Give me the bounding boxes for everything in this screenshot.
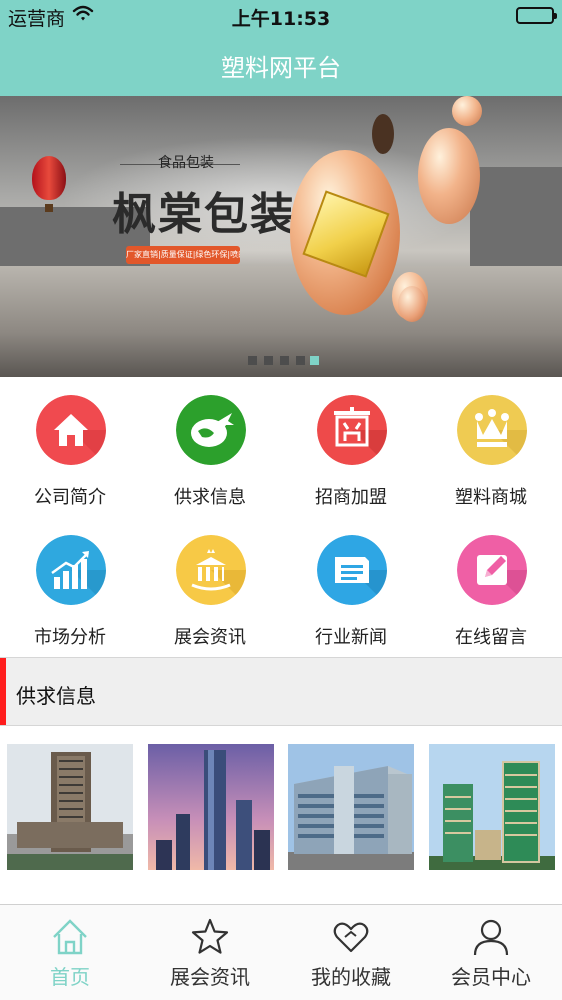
tab-member[interactable]: 会员中心: [421, 905, 561, 1000]
menu-label: 招商加盟: [315, 487, 387, 508]
tab-label: 首页: [50, 965, 90, 989]
feature-menu: 公司简介 供求信息 招商加盟 塑料商城 市场分析 展会资讯 行业新闻 在线留言: [0, 377, 562, 657]
banner-tagline: 食品包装: [158, 155, 214, 171]
cookie-image: [372, 114, 394, 154]
balloon-basket: [45, 204, 53, 212]
star-icon: [191, 917, 229, 957]
menu-label: 塑料商城: [455, 487, 527, 508]
tab-bar: 首页 展会资讯 我的收藏 会员中心: [0, 904, 562, 1000]
shang-character-icon: [317, 395, 387, 465]
tab-label: 我的收藏: [311, 965, 391, 989]
section-title: 供求信息: [16, 684, 96, 708]
plane-globe-icon: [176, 395, 246, 465]
egg-image: [398, 286, 426, 322]
section-accent-bar: [0, 658, 6, 725]
carousel-dot[interactable]: [264, 356, 273, 365]
home-icon: [36, 395, 106, 465]
menu-label: 供求信息: [174, 487, 246, 508]
carousel-dot-active[interactable]: [310, 356, 319, 365]
menu-item-supply[interactable]: 供求信息: [140, 377, 280, 517]
bar-chart-icon: [36, 535, 106, 605]
menu-item-exhibition[interactable]: 展会资讯: [140, 517, 280, 657]
nav-bar: 塑料网平台: [0, 32, 562, 96]
tab-exhibition[interactable]: 展会资讯: [140, 905, 280, 1000]
product-image-towers: [429, 744, 555, 870]
egg-image: [418, 128, 480, 224]
news-doc-icon: [317, 535, 387, 605]
product-image-office: [288, 744, 414, 870]
page-title: 塑料网平台: [221, 54, 341, 82]
section-header-supply[interactable]: 供求信息: [0, 657, 562, 726]
carousel-dot[interactable]: [296, 356, 305, 365]
banner-brand: 枫棠包装: [112, 189, 296, 240]
exhibition-hall-icon: [176, 535, 246, 605]
product-list: 苏州铁龙机械有限公司 张家港市吉美源工贸有限公: [0, 726, 562, 916]
edit-note-icon: [457, 535, 527, 605]
menu-label: 市场分析: [34, 627, 106, 648]
carousel-dot[interactable]: [248, 356, 257, 365]
banner-carousel[interactable]: 食品包装 枫棠包装 厂家直销|质量保证|绿色环保|喷的包装: [0, 96, 562, 377]
menu-item-message[interactable]: 在线留言: [421, 517, 561, 657]
hot-air-balloon-image: [32, 156, 66, 200]
menu-label: 展会资讯: [174, 627, 246, 648]
banner-ribbon: 厂家直销|质量保证|绿色环保|喷的包装: [126, 246, 240, 264]
menu-label: 在线留言: [455, 627, 527, 648]
menu-item-franchise[interactable]: 招商加盟: [281, 377, 421, 517]
clock: 上午11:53: [231, 8, 331, 30]
egg-image: [452, 96, 482, 126]
tab-label: 会员中心: [451, 965, 531, 989]
tab-favorites[interactable]: 我的收藏: [281, 905, 421, 1000]
menu-label: 行业新闻: [315, 627, 387, 648]
carousel-dot[interactable]: [280, 356, 289, 365]
menu-item-market[interactable]: 市场分析: [0, 517, 140, 657]
tab-home[interactable]: 首页: [0, 905, 140, 1000]
battery-icon: [516, 7, 557, 24]
home-outline-icon: [51, 917, 89, 957]
menu-item-mall[interactable]: 塑料商城: [421, 377, 561, 517]
tab-label: 展会资讯: [170, 965, 250, 989]
menu-item-news[interactable]: 行业新闻: [281, 517, 421, 657]
banner-city-right: [470, 167, 562, 267]
menu-item-company[interactable]: 公司简介: [0, 377, 140, 517]
person-icon: [472, 917, 510, 957]
status-bar: 运营商 上午11:53: [0, 0, 562, 32]
heart-icon: [332, 917, 370, 957]
product-image-building: [7, 744, 133, 870]
menu-label: 公司简介: [34, 487, 106, 508]
crown-icon: [457, 395, 527, 465]
product-image-skyscraper: [148, 744, 274, 870]
